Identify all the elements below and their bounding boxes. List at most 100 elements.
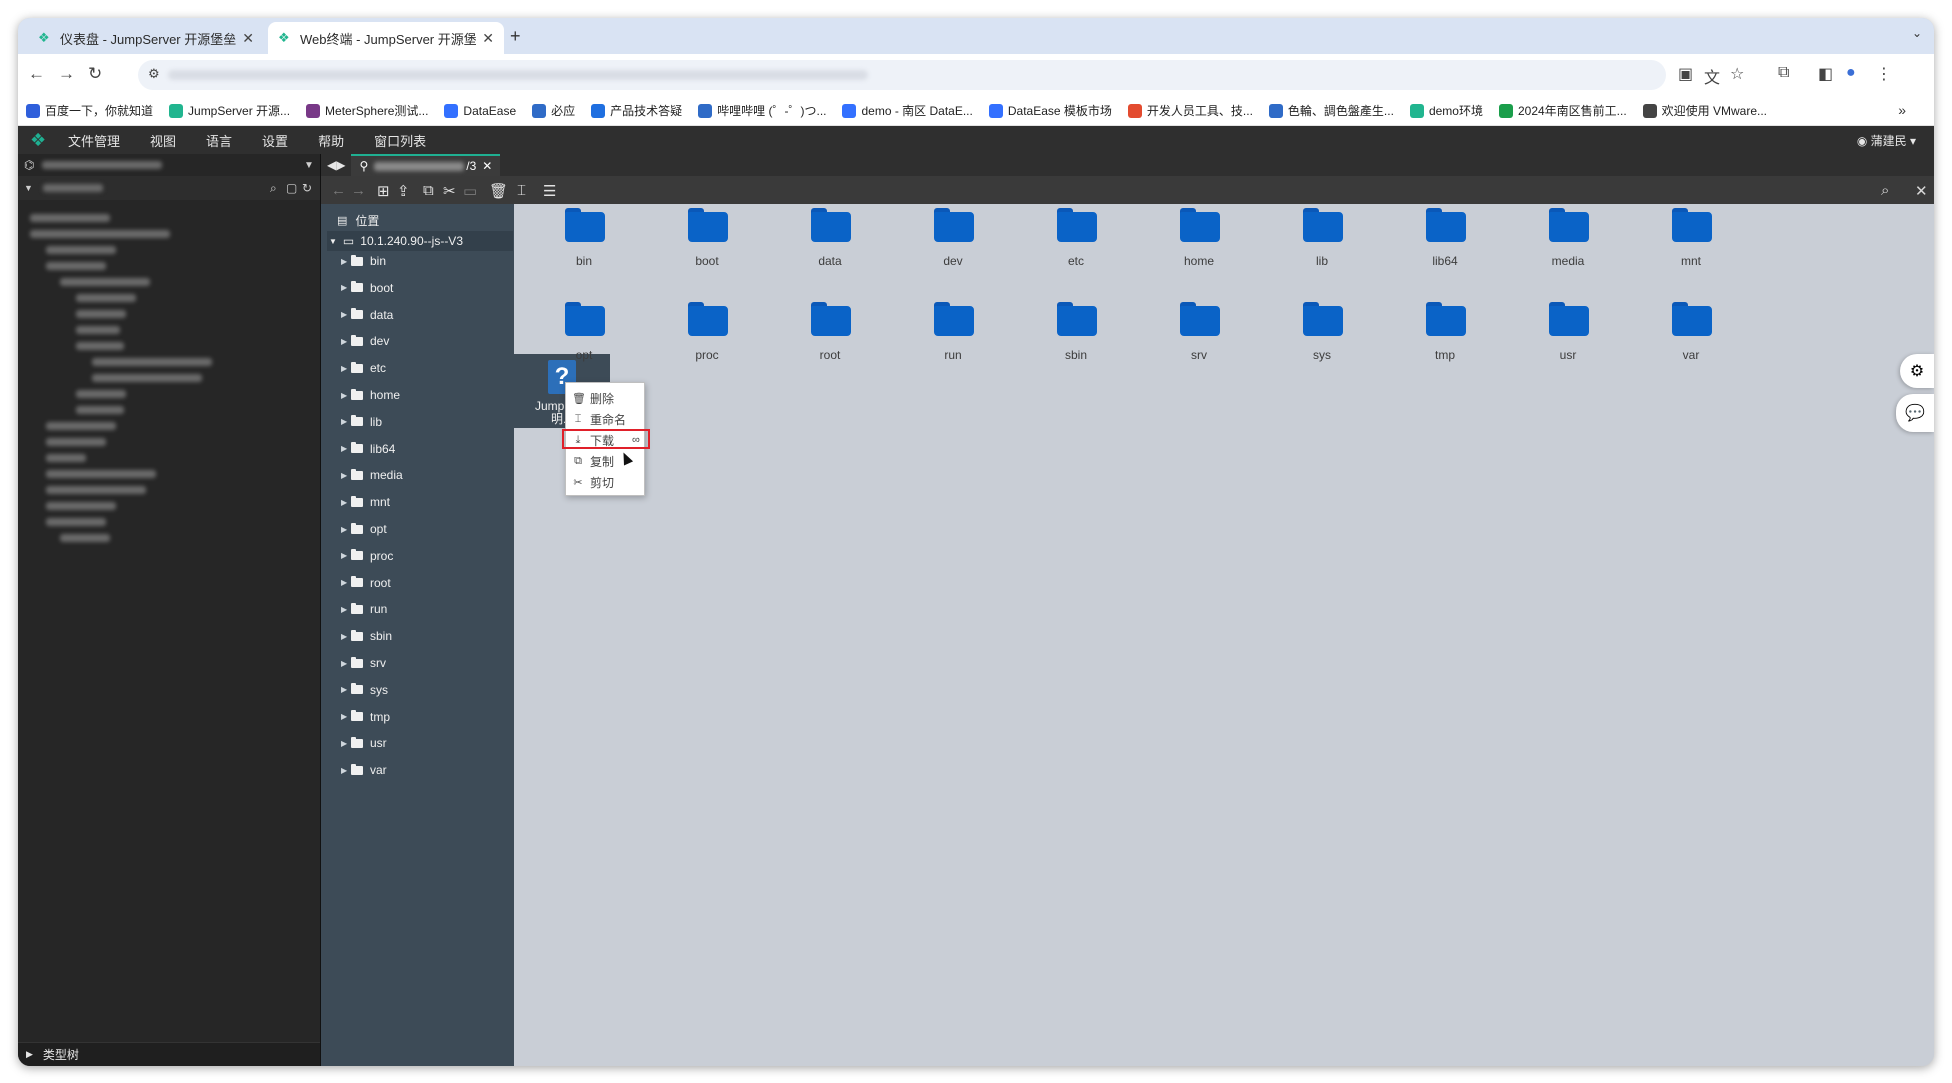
back-icon[interactable]: ← bbox=[28, 64, 45, 84]
folder-item[interactable]: sys bbox=[1277, 298, 1367, 378]
tree-node[interactable] bbox=[30, 370, 320, 386]
menu-item-delete[interactable]: 🗑 删除 bbox=[572, 389, 614, 407]
tree-node[interactable] bbox=[30, 210, 320, 226]
menu-window-list[interactable]: 窗口列表 bbox=[374, 131, 426, 150]
tree-node[interactable] bbox=[30, 242, 320, 258]
folder-item[interactable]: boot bbox=[662, 204, 752, 284]
folder-item[interactable]: bin bbox=[539, 204, 629, 284]
refresh-icon[interactable]: ↻ bbox=[302, 181, 312, 195]
tab-search-icon[interactable]: ⌄ bbox=[1912, 26, 1922, 40]
tree-node[interactable] bbox=[30, 466, 320, 482]
tree-node[interactable] bbox=[30, 418, 320, 434]
new-folder-icon[interactable]: ⊞ bbox=[377, 182, 390, 200]
asset-tree-header[interactable]: ⌬ ▼ bbox=[18, 154, 320, 176]
bookmark-item[interactable]: MeterSphere测试... bbox=[306, 102, 428, 119]
nav-folder-item[interactable]: ▶ mnt bbox=[341, 495, 390, 509]
expand-icon[interactable]: ▢ bbox=[286, 181, 297, 195]
bookmark-item[interactable]: 哔哩哔哩 (゜-゜)つ... bbox=[698, 102, 826, 119]
menu-view[interactable]: 视图 bbox=[150, 131, 176, 150]
nav-folder-item[interactable]: ▶ home bbox=[341, 388, 400, 402]
chat-button[interactable]: 💬 bbox=[1896, 394, 1934, 432]
nav-folder-item[interactable]: ▶ proc bbox=[341, 549, 393, 563]
cut-icon[interactable]: ✂ bbox=[443, 182, 456, 200]
tab-scroll-arrows-icon[interactable]: ◀▶ bbox=[327, 158, 345, 172]
folder-item[interactable]: srv bbox=[1154, 298, 1244, 378]
bookmark-item[interactable]: demo - 南区 DataE... bbox=[842, 102, 973, 119]
tree-node[interactable] bbox=[30, 530, 320, 546]
tree-node[interactable] bbox=[30, 258, 320, 274]
folder-item[interactable]: tmp bbox=[1400, 298, 1490, 378]
tree-node[interactable] bbox=[30, 290, 320, 306]
bookmark-item[interactable]: 产品技术答疑 bbox=[591, 102, 682, 119]
tree-node[interactable] bbox=[30, 434, 320, 450]
menu-file-manager[interactable]: 文件管理 bbox=[68, 131, 120, 150]
address-bar[interactable]: ⚙ bbox=[138, 60, 1666, 90]
bookmark-star-icon[interactable]: ☆ bbox=[1730, 64, 1744, 84]
tree-node[interactable] bbox=[30, 274, 320, 290]
back-icon[interactable]: ← bbox=[331, 182, 346, 199]
type-tree-footer[interactable]: ▶ 类型树 bbox=[18, 1042, 320, 1066]
folder-item[interactable]: lib64 bbox=[1400, 204, 1490, 284]
root-host-node[interactable]: ▼ ▭ 10.1.240.90--js--V3 bbox=[327, 231, 513, 251]
folder-item[interactable]: root bbox=[785, 298, 875, 378]
side-panel-icon[interactable]: ◧ bbox=[1818, 64, 1833, 84]
nav-folder-item[interactable]: ▶ sys bbox=[341, 683, 388, 697]
nav-folder-item[interactable]: ▶ sbin bbox=[341, 629, 392, 643]
folder-item[interactable]: usr bbox=[1523, 298, 1613, 378]
nav-folder-item[interactable]: ▶ dev bbox=[341, 334, 389, 348]
tree-node[interactable] bbox=[30, 450, 320, 466]
folder-item[interactable]: run bbox=[908, 298, 998, 378]
nav-folder-item[interactable]: ▶ srv bbox=[341, 656, 386, 670]
forward-icon[interactable]: → bbox=[58, 64, 75, 84]
bookmark-item[interactable]: DataEase 模板市场 bbox=[988, 102, 1112, 119]
tree-node[interactable] bbox=[30, 498, 320, 514]
menu-settings[interactable]: 设置 bbox=[262, 131, 288, 150]
list-view-icon[interactable]: ☰ bbox=[543, 182, 556, 200]
folder-item[interactable]: etc bbox=[1031, 204, 1121, 284]
extensions-icon[interactable]: ⧉ bbox=[1778, 64, 1789, 82]
bookmark-item[interactable]: 开发人员工具、技... bbox=[1127, 102, 1253, 119]
kebab-menu-icon[interactable]: ⋮ bbox=[1876, 64, 1892, 84]
tree-node[interactable] bbox=[30, 322, 320, 338]
tree-node[interactable] bbox=[30, 514, 320, 530]
user-menu[interactable]: ◉ 蒲建民 ▾ bbox=[1857, 132, 1916, 149]
tree-node[interactable] bbox=[30, 306, 320, 322]
profile-avatar-icon[interactable]: ● bbox=[1846, 64, 1856, 82]
menu-item-rename[interactable]: ⌶ 重命名 bbox=[572, 410, 626, 428]
forward-icon[interactable]: → bbox=[351, 182, 366, 199]
search-icon[interactable]: ⌕ bbox=[270, 181, 277, 196]
nav-folder-item[interactable]: ▶ data bbox=[341, 308, 393, 322]
folder-item[interactable]: opt bbox=[539, 298, 629, 378]
nav-folder-item[interactable]: ▶ run bbox=[341, 602, 387, 616]
tree-node[interactable] bbox=[30, 402, 320, 418]
bookmark-item[interactable]: 2024年南区售前工... bbox=[1498, 102, 1627, 119]
nav-folder-item[interactable]: ▶ root bbox=[341, 576, 391, 590]
bookmark-item[interactable]: 百度一下，你就知道 bbox=[26, 102, 153, 119]
nav-folder-item[interactable]: ▶ boot bbox=[341, 281, 393, 295]
close-tab-icon[interactable]: ✕ bbox=[482, 30, 494, 47]
nav-folder-item[interactable]: ▶ opt bbox=[341, 522, 387, 536]
new-tab-button[interactable]: + bbox=[510, 26, 521, 47]
asset-tree[interactable] bbox=[18, 200, 320, 546]
nav-folder-item[interactable]: ▶ lib64 bbox=[341, 442, 395, 456]
more-bookmarks-icon[interactable]: » bbox=[1898, 102, 1906, 118]
site-info-icon[interactable]: ⚙ bbox=[148, 66, 160, 82]
tree-node[interactable] bbox=[30, 354, 320, 370]
copy-icon[interactable]: ⧉ bbox=[423, 182, 434, 199]
browser-tab-dashboard[interactable]: ❖ 仪表盘 - JumpServer 开源堡垒 ✕ bbox=[28, 22, 264, 54]
nav-folder-item[interactable]: ▶ etc bbox=[341, 361, 386, 375]
bookmark-item[interactable]: JumpServer 开源... bbox=[169, 102, 290, 119]
bookmark-item[interactable]: 欢迎使用 VMware... bbox=[1642, 102, 1767, 119]
bookmark-item[interactable]: demo环境 bbox=[1409, 102, 1483, 119]
tree-node[interactable] bbox=[30, 482, 320, 498]
folder-item[interactable]: proc bbox=[662, 298, 752, 378]
dropdown-icon[interactable]: ▼ bbox=[304, 160, 314, 171]
nav-folder-item[interactable]: ▶ bin bbox=[341, 254, 386, 268]
bookmark-item[interactable]: 必应 bbox=[532, 102, 575, 119]
close-tab-icon[interactable]: ✕ bbox=[242, 30, 254, 47]
settings-gear-button[interactable]: ⚙ bbox=[1900, 354, 1934, 388]
menu-item-cut[interactable]: ✂ 剪切 bbox=[572, 473, 614, 491]
close-icon[interactable]: ✕ bbox=[1915, 182, 1928, 200]
folder-item[interactable]: mnt bbox=[1646, 204, 1736, 284]
rename-icon[interactable]: ⌶ bbox=[517, 182, 526, 199]
